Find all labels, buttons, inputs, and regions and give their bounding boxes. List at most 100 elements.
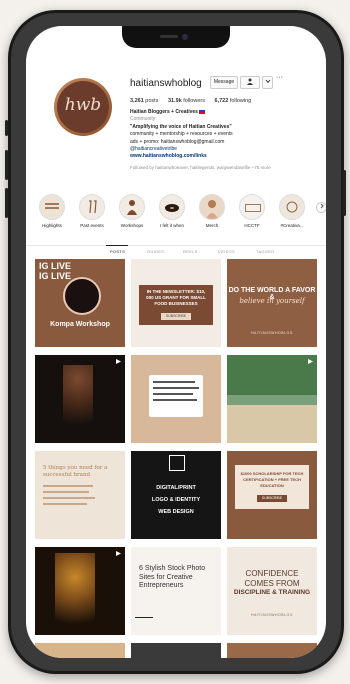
logo-mark bbox=[169, 455, 185, 471]
post-photo-sand bbox=[227, 405, 317, 443]
post-text: LOGO & IDENTITY bbox=[151, 497, 201, 503]
followers-count-group[interactable]: 31.9k followers bbox=[168, 98, 205, 104]
highlight-i-felt-it[interactable]: I felt it when bbox=[154, 194, 190, 228]
post-text: IN THE NEWSLETTER: $10, 000 US GRANT FOR… bbox=[146, 289, 206, 306]
notch bbox=[122, 26, 230, 48]
avatar[interactable]: hwb bbox=[57, 81, 109, 133]
highlights-next-button[interactable] bbox=[316, 202, 326, 213]
post-text: 5 things you need for a successful brand bbox=[43, 465, 108, 478]
profile-counts: 3,261 posts 31.9k followers 6,722 follow… bbox=[130, 98, 259, 104]
profile-tabs: POSTS GUIDES REELS VIDEOS TAGGED bbox=[26, 245, 326, 258]
following-count: 6,722 bbox=[214, 98, 229, 104]
person-silhouette-icon bbox=[127, 200, 137, 215]
video-icon bbox=[116, 359, 121, 364]
post-tile[interactable]: 6 Stylish Stock Photo Sites for Creative… bbox=[131, 547, 221, 635]
tab-guides[interactable]: GUIDES bbox=[147, 249, 164, 254]
highlight-label: Workshops bbox=[120, 223, 144, 228]
bio-line: community + mentorship + resources + eve… bbox=[130, 131, 233, 138]
highlight-label: #Creativa... bbox=[280, 223, 304, 228]
posts-grid: IG LIVE IG LIVE Kompa Workshop IN THE NE… bbox=[35, 259, 317, 658]
highlight-label: I felt it when bbox=[159, 223, 184, 228]
highlight-hcctf[interactable]: HCCTF bbox=[234, 194, 270, 228]
post-tile[interactable] bbox=[227, 643, 317, 658]
display-name-text: Haitian Bloggers + Creatives bbox=[130, 109, 198, 115]
arrow-icon bbox=[135, 617, 153, 618]
glass-icon bbox=[89, 200, 97, 214]
posts-count-group: 3,261 posts bbox=[130, 98, 158, 104]
post-text: HAITIANSWHOBLOG bbox=[251, 331, 293, 335]
post-tile[interactable]: DO THE WORLD A FAVOR & believe in yourse… bbox=[227, 259, 317, 347]
highlight-cover bbox=[79, 194, 105, 220]
person-icon bbox=[247, 78, 253, 86]
record-icon bbox=[165, 204, 179, 212]
profile-category: Community bbox=[130, 116, 156, 123]
video-icon bbox=[308, 359, 313, 364]
bio-tag-link[interactable]: @haitiancreativetribe bbox=[130, 146, 320, 153]
following-label: following bbox=[229, 98, 252, 104]
posts-label: posts bbox=[145, 98, 159, 104]
power-button bbox=[343, 170, 346, 216]
highlight-cover bbox=[159, 194, 185, 220]
profile-username: haitianswhoblog bbox=[130, 78, 202, 89]
post-tile[interactable]: IN THE NEWSLETTER: $10, 000 US GRANT FOR… bbox=[131, 259, 221, 347]
volume-up-button bbox=[5, 150, 8, 180]
profile-bio: Haitian Bloggers + Creatives Community "… bbox=[130, 109, 320, 171]
post-tile[interactable] bbox=[131, 355, 221, 443]
tweet-card bbox=[149, 375, 203, 417]
post-tile[interactable] bbox=[131, 643, 221, 658]
brand-icon bbox=[286, 201, 298, 213]
suggested-button[interactable] bbox=[262, 76, 273, 89]
following-count-group[interactable]: 6,722 following bbox=[215, 98, 252, 104]
post-text: IG LIVE bbox=[39, 271, 72, 281]
followed-by[interactable]: Followed by haitianwhoeaver, haitilegend… bbox=[130, 164, 320, 171]
bio-quote: "Amplifying the voice of Haitian Creativ… bbox=[130, 123, 232, 130]
highlight-label: Merch bbox=[205, 223, 219, 228]
post-photo bbox=[227, 355, 317, 395]
volume-down-button bbox=[5, 188, 8, 218]
message-button[interactable]: Message bbox=[210, 76, 238, 89]
post-text: IG LIVE bbox=[39, 261, 72, 271]
post-tile[interactable]: $1000 SCHOLARSHIP FOR TECH CERTIFICATION… bbox=[227, 451, 317, 539]
post-tile[interactable] bbox=[227, 355, 317, 443]
followers-label: followers bbox=[183, 98, 205, 104]
post-tile[interactable] bbox=[35, 355, 125, 443]
tab-posts[interactable]: POSTS bbox=[110, 249, 125, 254]
post-text: WEB DESIGN bbox=[158, 509, 194, 515]
bio-contact: ads + promo: haitianswhoblog@gmail.com bbox=[130, 138, 225, 145]
more-options-button[interactable]: ··· bbox=[276, 74, 283, 81]
post-button: SUBSCRIBE bbox=[257, 495, 287, 502]
post-text: COMES FROM bbox=[244, 579, 300, 588]
highlight-past-events[interactable]: Past events bbox=[74, 194, 110, 228]
post-text: HAITIANSWHOBLOG bbox=[251, 613, 293, 617]
tab-tagged[interactable]: TAGGED bbox=[256, 249, 274, 254]
highlight-cover bbox=[119, 194, 145, 220]
post-tile[interactable]: DIGITAL/PRINT LOGO & IDENTITY WEB DESIGN bbox=[131, 451, 221, 539]
video-icon bbox=[116, 551, 121, 556]
tab-reels[interactable]: REELS bbox=[183, 249, 198, 254]
post-tile[interactable]: IG LIVE IG LIVE Kompa Workshop bbox=[35, 259, 125, 347]
tab-videos[interactable]: VIDEOS bbox=[218, 249, 235, 254]
post-photo bbox=[63, 365, 93, 435]
mute-switch bbox=[5, 120, 8, 136]
post-tile[interactable]: 5 things you need for a successful brand bbox=[35, 451, 125, 539]
post-card: $1000 SCHOLARSHIP FOR TECH CERTIFICATION… bbox=[235, 465, 309, 509]
website-link[interactable]: www.haitianswhoblog.com/links bbox=[130, 153, 320, 160]
post-tile[interactable] bbox=[35, 643, 125, 658]
highlight-highlights[interactable]: Highlights bbox=[34, 194, 70, 228]
post-text: CONFIDENCE bbox=[245, 569, 299, 578]
post-text: $1000 SCHOLARSHIP FOR TECH CERTIFICATION… bbox=[240, 471, 304, 488]
highlight-workshops[interactable]: Workshops bbox=[114, 194, 150, 228]
highlight-creativa[interactable]: #Creativa... bbox=[274, 194, 310, 228]
profile-header: hwb haitianswhoblog Message ··· 3,261 po… bbox=[26, 56, 326, 184]
post-card: IN THE NEWSLETTER: $10, 000 US GRANT FOR… bbox=[139, 285, 213, 325]
post-text: believe in yourself bbox=[239, 297, 305, 305]
follow-button[interactable] bbox=[240, 76, 260, 89]
post-tile[interactable]: CONFIDENCE COMES FROM DISCIPLINE & TRAIN… bbox=[227, 547, 317, 635]
haiti-flag-icon bbox=[199, 109, 206, 114]
avatar-ring[interactable]: hwb bbox=[54, 78, 112, 136]
post-tile[interactable] bbox=[35, 547, 125, 635]
highlight-merch[interactable]: Merch bbox=[194, 194, 230, 228]
post-text: DIGITAL/PRINT bbox=[156, 485, 196, 491]
post-text: DISCIPLINE & TRAINING bbox=[233, 589, 311, 596]
highlight-cover bbox=[279, 194, 305, 220]
